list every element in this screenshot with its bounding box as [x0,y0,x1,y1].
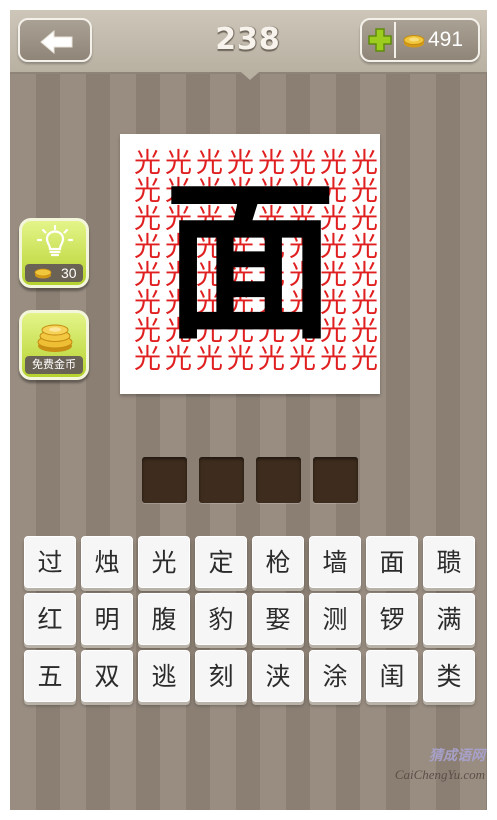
watermark-cn: 猜成语网 [429,748,485,764]
watermark-en: CaiChengYu.com [394,767,485,782]
background-character: 光 [134,260,161,291]
character-key[interactable]: 五 [24,650,76,702]
background-character: 光 [351,260,378,291]
background-character: 光 [351,204,378,235]
answer-slot[interactable] [142,457,187,503]
character-key[interactable]: 类 [423,650,475,702]
character-key[interactable]: 浃 [252,650,304,702]
character-key[interactable]: 豹 [195,593,247,645]
character-key[interactable]: 闺 [366,650,418,702]
puzzle-graphic: 光光光光光光光光光光光光光光光光光光光光光光光光光光光光光光光光光光光光光光光光… [134,148,378,375]
background-character: 光 [134,176,161,207]
character-key[interactable]: 光 [138,536,190,588]
character-key[interactable]: 定 [195,536,247,588]
coin-pile-icon [37,324,73,352]
character-key[interactable]: 枪 [252,536,304,588]
background-character: 光 [351,288,378,319]
background-character: 光 [134,344,161,375]
character-key[interactable]: 聩 [423,536,475,588]
left-arrow-icon [40,29,73,55]
back-button[interactable] [18,18,92,62]
character-key[interactable]: 明 [81,593,133,645]
hint-button[interactable]: 30 [19,218,89,288]
character-key[interactable]: 面 [366,536,418,588]
character-key[interactable]: 涂 [309,650,361,702]
answer-slot[interactable] [199,457,244,503]
free-coins-label: 免费金币 [25,356,83,374]
background-character: 光 [134,148,161,179]
puzzle-image: 光光光光光光光光光光光光光光光光光光光光光光光光光光光光光光光光光光光光光光光光… [120,134,380,394]
plus-icon [368,28,392,52]
background-character: 光 [351,232,378,263]
background-character: 光 [351,344,378,375]
background-character: 光 [351,148,378,179]
answer-slots [142,457,362,503]
coin-counter: 491 [360,18,480,62]
watermark: 猜成语网 CaiChengYu.com [350,747,485,797]
lightbulb-icon [37,225,73,257]
answer-slot[interactable] [313,457,358,503]
character-key[interactable]: 测 [309,593,361,645]
main-character: 面 [164,162,336,363]
hint-price-tag: 30 [25,264,83,282]
coin-stack-icon [34,268,52,279]
coin-stack-icon [403,35,425,48]
background-character: 光 [134,288,161,319]
character-key[interactable]: 刻 [195,650,247,702]
hint-price: 30 [61,265,77,281]
header-pointer [241,72,259,80]
background-character: 光 [134,316,161,347]
free-coins-button[interactable]: 免费金币 [19,310,89,380]
add-coins-button[interactable] [364,22,396,58]
character-key[interactable]: 腹 [138,593,190,645]
game-screen: 238 491 30 免费金币 光 光 光 光 光 光 光 光 光 光 光 光 … [10,10,487,810]
character-key[interactable]: 满 [423,593,475,645]
character-key[interactable]: 双 [81,650,133,702]
background-character: 光 [351,316,378,347]
character-key[interactable]: 烛 [81,536,133,588]
character-key[interactable]: 逃 [138,650,190,702]
character-key[interactable]: 红 [24,593,76,645]
background-character: 光 [134,204,161,235]
coin-count: 491 [428,28,464,51]
character-key[interactable]: 娶 [252,593,304,645]
top-bar: 238 491 [10,10,487,74]
character-keyboard: 过烛光定枪墙面聩红明腹豹娶测锣满五双逃刻浃涂闺类 [24,536,479,706]
character-key[interactable]: 过 [24,536,76,588]
background-character: 光 [134,232,161,263]
background-character: 光 [351,176,378,207]
character-key[interactable]: 锣 [366,593,418,645]
answer-slot[interactable] [256,457,301,503]
level-number: 238 [215,22,281,57]
character-key[interactable]: 墙 [309,536,361,588]
